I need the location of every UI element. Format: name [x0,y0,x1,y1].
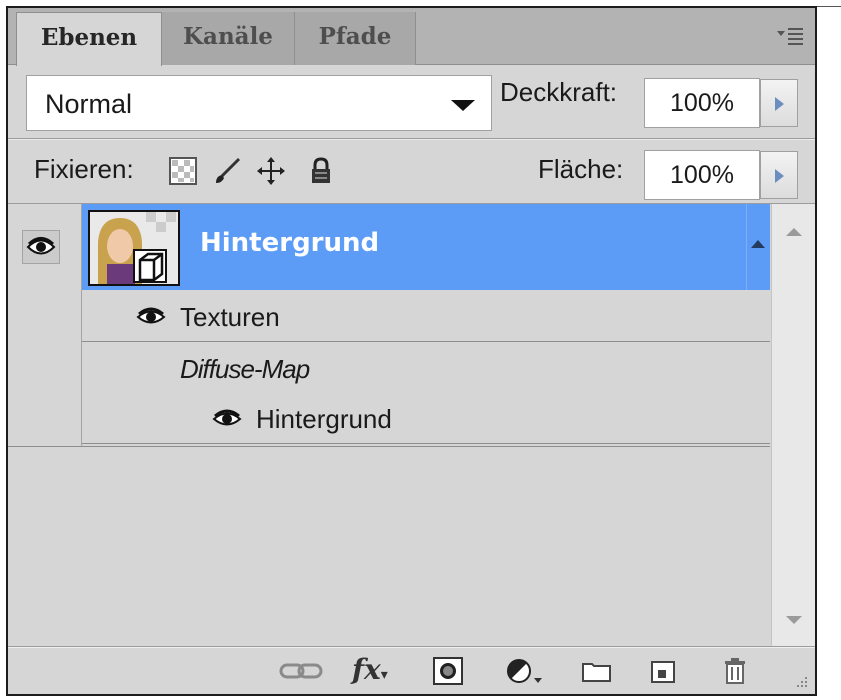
lock-fill-row: Fixieren: Fläche: 100% [8,140,815,206]
fill-slider-arrow-icon[interactable] [760,151,798,199]
opacity-input[interactable]: 100% [644,78,760,128]
diffuse-map-label: Diffuse-Map [180,354,310,384]
scroll-down-icon[interactable] [784,614,804,628]
diffuse-layer-row[interactable]: Hintergrund [82,394,770,444]
resize-grip-icon[interactable] [792,674,808,690]
eye-icon[interactable] [212,409,242,433]
opacity-label: Deckkraft: [500,77,618,107]
divider [8,446,770,447]
transparent-pixels-lock-icon[interactable] [168,156,198,186]
panel-menu-icon[interactable] [775,25,805,47]
layers-toolbar: fx▾ [8,648,815,694]
scroll-up-icon[interactable] [784,226,804,240]
layer-thumbnail [88,210,180,286]
group-folder-icon[interactable] [580,656,614,686]
blend-mode-value: Normal [45,89,133,119]
opacity-slider-arrow-icon[interactable] [760,79,798,127]
new-layer-icon[interactable] [648,656,678,686]
padlock-icon[interactable] [306,156,336,186]
layer-visibility-toggle[interactable] [22,230,60,264]
link-layers-icon[interactable] [278,656,324,686]
diffuse-map-row[interactable]: Diffuse-Map [82,344,770,394]
layer-mask-icon[interactable] [432,656,466,686]
panel-tab-bar: Ebenen Kanäle Pfade [8,8,815,66]
tab-paths[interactable]: Pfade [295,12,416,65]
fx-label: fx [352,653,381,686]
visibility-column [8,204,82,446]
trash-icon[interactable] [720,656,750,686]
fill-label: Fläche: [538,154,624,184]
move-lock-icon[interactable] [256,156,286,186]
fx-icon[interactable]: fx▾ [352,656,404,686]
chevron-down-icon [451,100,475,111]
diffuse-layer-label: Hintergrund [256,404,392,434]
layer-row-selected[interactable]: Hintergrund [82,204,770,290]
layer-name: Hintergrund [200,228,380,258]
page-edge-line [817,6,841,7]
fill-input[interactable]: 100% [644,150,760,200]
eye-icon[interactable] [136,307,166,331]
adjustment-layer-icon[interactable] [504,656,548,686]
collapse-arrow-icon[interactable] [746,204,770,290]
tab-channels[interactable]: Kanäle [162,12,295,65]
tab-layers[interactable]: Ebenen [16,12,162,66]
lock-label: Fixieren: [34,154,134,184]
layers-scrollbar[interactable] [771,204,815,646]
blend-mode-dropdown[interactable]: Normal [26,75,492,131]
layers-list: Hintergrund Texturen Diffuse-Map Hinterg… [8,204,815,646]
blend-opacity-row: Normal Deckkraft: 100% [8,65,815,137]
textures-group-row[interactable]: Texturen [82,292,770,342]
textures-label: Texturen [180,302,280,332]
layers-panel: Ebenen Kanäle Pfade Normal Deckkraft: 10… [6,6,817,696]
eye-icon [26,237,56,255]
paintbrush-lock-icon[interactable] [212,156,242,186]
